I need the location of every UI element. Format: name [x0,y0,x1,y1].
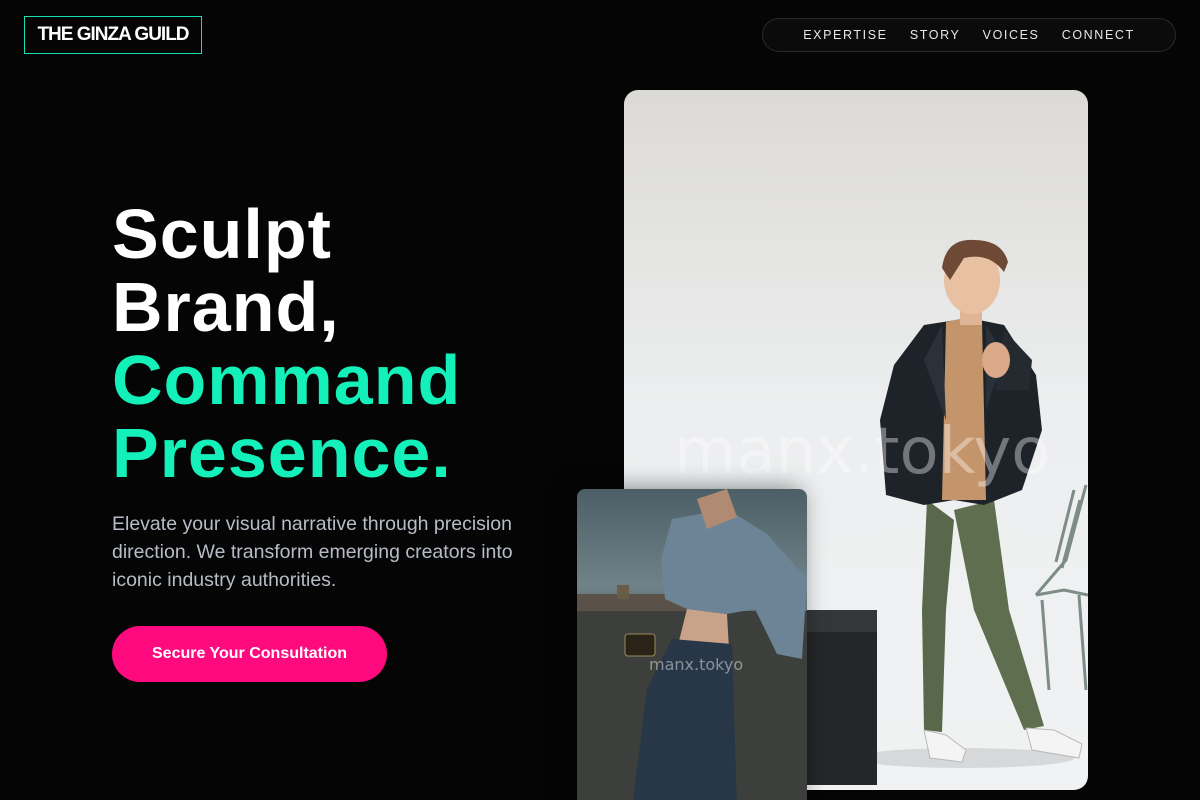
headline-line-2: Brand, [112,268,340,346]
nav-item-voices[interactable]: VOICES [983,28,1040,42]
main-photo-watermark: manx.tokyo [674,415,1051,489]
nav-item-story[interactable]: STORY [910,28,961,42]
hero-headline: Sculpt Brand, Command Presence. [112,198,461,490]
headline-line-1: Sculpt [112,195,332,273]
nav-item-connect[interactable]: CONNECT [1062,28,1135,42]
brand-logo[interactable]: THE GINZA GUILD [24,16,202,54]
hero-description: Elevate your visual narrative through pr… [112,513,513,591]
headline-line-3: Command [112,341,462,419]
model-woman-illustration [577,489,807,800]
main-nav: EXPERTISE STORY VOICES CONNECT [762,18,1176,52]
nav-item-expertise[interactable]: EXPERTISE [803,28,887,42]
consultation-button[interactable]: Secure Your Consultation [112,626,387,682]
hero-photo-secondary: manx.tokyo [577,489,807,800]
headline-line-4: Presence. [112,414,452,492]
secondary-photo-watermark: manx.tokyo [649,655,744,674]
